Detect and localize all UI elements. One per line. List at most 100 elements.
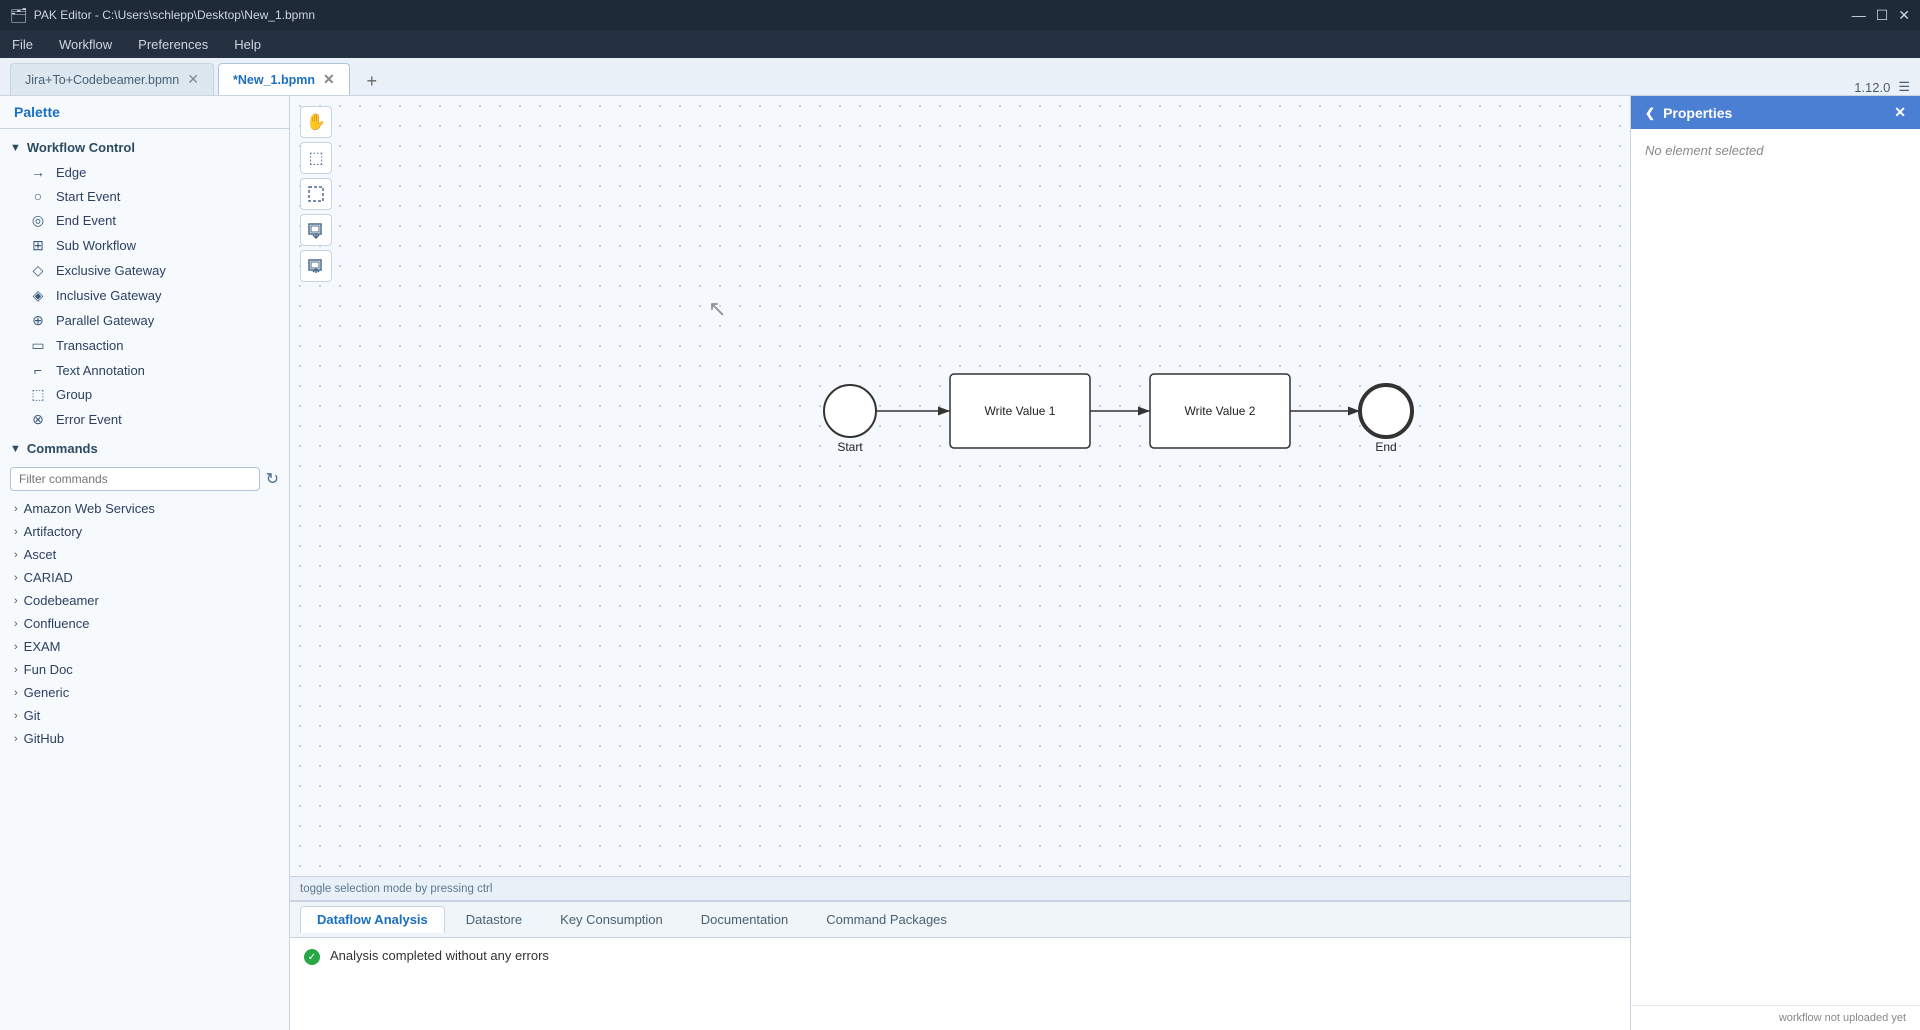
cmd-item-generic[interactable]: › Generic	[0, 681, 289, 704]
commands-section[interactable]: ▼ Commands	[0, 436, 289, 461]
tab-jira-label: Jira+To+Codebeamer.bpmn	[25, 73, 179, 87]
analysis-result-text: Analysis completed without any errors	[330, 948, 549, 963]
tab-new1[interactable]: *New_1.bpmn ✕	[218, 63, 350, 95]
tab-new1-label: *New_1.bpmn	[233, 73, 315, 87]
properties-close-button[interactable]: ✕	[1894, 104, 1906, 121]
generic-chevron-icon: ›	[14, 687, 18, 699]
start-event-node[interactable]: Start	[824, 385, 876, 454]
bottom-panel: Dataflow Analysis Datastore Key Consumpt…	[290, 900, 1630, 1030]
menu-help[interactable]: Help	[230, 35, 265, 54]
inclusive-gateway-icon: ◈	[28, 287, 48, 304]
palette-item-edge[interactable]: → Edge	[0, 160, 289, 184]
commands-filter-row: ↻	[10, 467, 279, 491]
end-event-node[interactable]: End	[1360, 385, 1412, 454]
canvas-status: toggle selection mode by pressing ctrl	[290, 876, 1630, 900]
properties-panel: ❮ Properties ✕ No element selected workf…	[1630, 96, 1920, 1030]
close-button[interactable]: ✕	[1898, 7, 1910, 24]
exclusive-gateway-icon: ◇	[28, 262, 48, 279]
palette-item-start-event[interactable]: ○ Start Event	[0, 184, 289, 208]
start-event-icon: ○	[28, 188, 48, 204]
cmd-item-github[interactable]: › GitHub	[0, 727, 289, 750]
palette-item-end-event[interactable]: ◎ End Event	[0, 208, 289, 233]
properties-status: workflow not uploaded yet	[1631, 1005, 1920, 1030]
confluence-chevron-icon: ›	[14, 618, 18, 630]
cmd-item-generic-label: Generic	[24, 685, 70, 700]
bottom-tab-documentation[interactable]: Documentation	[684, 906, 805, 933]
parallel-gateway-icon: ⊕	[28, 312, 48, 329]
cmd-item-fundoc-label: Fun Doc	[24, 662, 73, 677]
cmd-item-codebeamer[interactable]: › Codebeamer	[0, 589, 289, 612]
properties-header: ❮ Properties ✕	[1631, 96, 1920, 129]
palette-item-transaction-label: Transaction	[56, 338, 123, 353]
import-tool-button[interactable]	[300, 214, 332, 246]
workflow-upload-status: workflow not uploaded yet	[1779, 1012, 1906, 1024]
palette-item-text-annotation[interactable]: ⌐ Text Annotation	[0, 358, 289, 382]
end-event-icon: ◎	[28, 212, 48, 229]
menu-workflow[interactable]: Workflow	[55, 35, 116, 54]
select-tool-button[interactable]: ⬚	[300, 142, 332, 174]
menubar: File Workflow Preferences Help	[0, 30, 1920, 58]
bottom-tab-dataflow[interactable]: Dataflow Analysis	[300, 906, 445, 933]
cmd-item-exam[interactable]: › EXAM	[0, 635, 289, 658]
window-controls[interactable]: — ☐ ✕	[1852, 7, 1910, 24]
start-label: Start	[837, 440, 863, 454]
workflow-control-label: Workflow Control	[27, 140, 135, 155]
bottom-tab-datastore[interactable]: Datastore	[449, 906, 539, 933]
cmd-item-ascet-label: Ascet	[24, 547, 57, 562]
tab-jira[interactable]: Jira+To+Codebeamer.bpmn ✕	[10, 63, 214, 95]
minimize-button[interactable]: —	[1852, 7, 1866, 24]
filter-commands-input[interactable]	[10, 467, 260, 491]
maximize-button[interactable]: ☐	[1876, 7, 1889, 24]
svg-text:Write Value 2: Write Value 2	[1185, 404, 1256, 418]
palette-item-group[interactable]: ⬚ Group	[0, 382, 289, 407]
palette-item-transaction[interactable]: ▭ Transaction	[0, 333, 289, 358]
cmd-item-git[interactable]: › Git	[0, 704, 289, 727]
tab-jira-close[interactable]: ✕	[187, 71, 199, 88]
cmd-item-cariad-label: CARIAD	[24, 570, 73, 585]
diagram-svg: Start Write Value 1	[290, 96, 1630, 876]
menu-file[interactable]: File	[8, 35, 37, 54]
window-title: PAK Editor - C:\Users\schlepp\Desktop\Ne…	[34, 8, 315, 22]
export-tool-button[interactable]	[300, 250, 332, 282]
palette-item-start-label: Start Event	[56, 189, 120, 204]
cmd-item-fundoc[interactable]: › Fun Doc	[0, 658, 289, 681]
tab-add-button[interactable]: +	[358, 67, 386, 95]
palette-item-exclusive-gateway-label: Exclusive Gateway	[56, 263, 166, 278]
svg-text:Write Value 1: Write Value 1	[985, 404, 1056, 418]
properties-header-label: Properties	[1663, 105, 1732, 121]
cmd-item-cariad[interactable]: › CARIAD	[0, 566, 289, 589]
bottom-tab-command-packages-label: Command Packages	[826, 912, 947, 927]
cmd-item-ascet[interactable]: › Ascet	[0, 543, 289, 566]
hand-tool-button[interactable]: ✋	[300, 106, 332, 138]
palette-item-sub-workflow-label: Sub Workflow	[56, 238, 136, 253]
palette-item-error-event[interactable]: ⊗ Error Event	[0, 407, 289, 432]
tab-bar: Jira+To+Codebeamer.bpmn ✕ *New_1.bpmn ✕ …	[0, 58, 1920, 96]
menu-preferences[interactable]: Preferences	[134, 35, 212, 54]
dotted-select-tool-button[interactable]	[300, 178, 332, 210]
palette-item-sub-workflow[interactable]: ⊞ Sub Workflow	[0, 233, 289, 258]
palette-item-inclusive-gateway[interactable]: ◈ Inclusive Gateway	[0, 283, 289, 308]
bottom-tabs: Dataflow Analysis Datastore Key Consumpt…	[290, 902, 1630, 938]
palette-item-exclusive-gateway[interactable]: ◇ Exclusive Gateway	[0, 258, 289, 283]
workflow-control-section[interactable]: ▼ Workflow Control	[0, 135, 289, 160]
artifactory-chevron-icon: ›	[14, 526, 18, 538]
palette-item-parallel-gateway[interactable]: ⊕ Parallel Gateway	[0, 308, 289, 333]
refresh-icon[interactable]: ↻	[266, 469, 279, 489]
cmd-item-aws[interactable]: › Amazon Web Services	[0, 497, 289, 520]
tab-new1-close[interactable]: ✕	[323, 71, 335, 88]
error-event-icon: ⊗	[28, 411, 48, 428]
group-icon: ⬚	[28, 386, 48, 403]
bottom-tab-command-packages[interactable]: Command Packages	[809, 906, 964, 933]
text-annotation-icon: ⌐	[28, 362, 48, 378]
canvas-toolbar: ✋ ⬚	[300, 106, 332, 282]
task2-node[interactable]: Write Value 2	[1150, 374, 1290, 448]
cmd-item-artifactory[interactable]: › Artifactory	[0, 520, 289, 543]
bottom-tab-key-consumption[interactable]: Key Consumption	[543, 906, 680, 933]
cmd-item-codebeamer-label: Codebeamer	[24, 593, 99, 608]
task1-node[interactable]: Write Value 1	[950, 374, 1090, 448]
diagram-canvas[interactable]: Start Write Value 1	[290, 96, 1630, 876]
no-element-selected-text: No element selected	[1645, 143, 1764, 158]
cmd-item-confluence[interactable]: › Confluence	[0, 612, 289, 635]
svg-text:↖: ↖	[708, 296, 726, 321]
menu-expand-button[interactable]: ☰	[1898, 79, 1910, 95]
